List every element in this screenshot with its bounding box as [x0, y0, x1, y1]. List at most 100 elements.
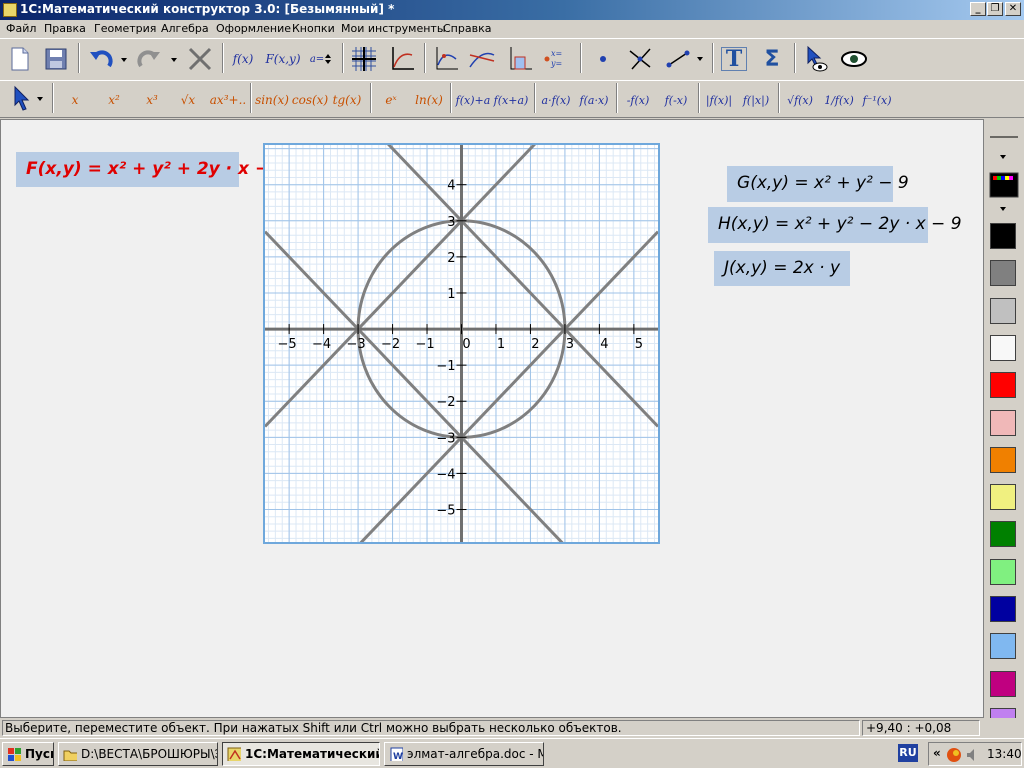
- sum-tool-button[interactable]: Σ: [756, 43, 788, 75]
- text-tool-button[interactable]: T: [718, 43, 750, 75]
- func-exp-button[interactable]: eˣ: [376, 84, 406, 116]
- svg-text:y=: y=: [550, 59, 562, 68]
- language-indicator[interactable]: RU: [898, 744, 918, 762]
- scale-x-button[interactable]: f(a·x): [576, 84, 612, 116]
- formula-G-rhs: = x² + y² − 9: [788, 173, 909, 193]
- color-swatch[interactable]: [990, 670, 1016, 697]
- y-tick-label: −4: [436, 467, 455, 482]
- formula-F-args: (x,y): [37, 159, 82, 179]
- axes-button[interactable]: [386, 43, 418, 75]
- inverse-button[interactable]: f⁻¹(x): [858, 84, 896, 116]
- color-swatch[interactable]: [990, 372, 1016, 399]
- color-swatch[interactable]: [990, 633, 1016, 660]
- tray-expand-icon[interactable]: «: [933, 746, 941, 760]
- sqrt-f-button[interactable]: √f(x): [782, 84, 818, 116]
- func-x3-button[interactable]: x³: [136, 84, 168, 116]
- select-visibility-button[interactable]: [800, 43, 832, 75]
- app-window: 1С:Математический конструктор 3.0: [Безы…: [0, 0, 1024, 768]
- func-x-button[interactable]: x: [60, 84, 90, 116]
- point-tool-button[interactable]: [588, 43, 618, 75]
- intersection-tool-button[interactable]: [624, 43, 656, 75]
- func-poly-button[interactable]: ax³+..: [208, 84, 248, 116]
- menu-edit[interactable]: Правка: [44, 22, 86, 35]
- x-tick-label: 0: [462, 337, 470, 352]
- color-swatch[interactable]: [990, 446, 1016, 473]
- eye-icon: [841, 51, 867, 67]
- task-word-label: элмат-алгебра.doc - Mic...: [407, 747, 543, 761]
- color-swatch[interactable]: [990, 596, 1016, 622]
- delete-button[interactable]: [184, 43, 216, 75]
- color-swatch[interactable]: [990, 297, 1016, 324]
- shift-up-button[interactable]: f(x)+a: [454, 84, 492, 116]
- color-swatch[interactable]: [990, 223, 1016, 249]
- formula-G[interactable]: G(x,y) = x² + y² − 9: [727, 166, 909, 202]
- volume-icon[interactable]: [965, 747, 981, 763]
- task-math-constructor[interactable]: 1С:Математический ...: [222, 742, 380, 766]
- new-document-button[interactable]: [6, 43, 34, 75]
- close-button[interactable]: ✕: [1005, 2, 1021, 16]
- folder-icon: [63, 750, 77, 761]
- func-tg-button[interactable]: tg(x): [330, 84, 364, 116]
- color-swatch[interactable]: [990, 558, 1016, 585]
- minimize-button[interactable]: _: [970, 2, 986, 16]
- visibility-button[interactable]: [838, 43, 870, 75]
- menu-help[interactable]: Справка: [443, 22, 491, 35]
- coordinate-plane[interactable]: −5 −4 −3 −2 −1 0 1 2 3 4 5 −5 −4 −3 −2 −1 1 2 3 4: [263, 14, 660, 645]
- graph-point-button[interactable]: [430, 43, 462, 75]
- grid-button[interactable]: [348, 43, 380, 75]
- menu-buttons[interactable]: Кнопки: [292, 22, 335, 35]
- menu-my-tools[interactable]: Мои инструменты: [341, 22, 446, 35]
- start-button[interactable]: Пуск: [2, 742, 54, 766]
- func-x2-button[interactable]: x²: [98, 84, 130, 116]
- graph-point-icon: [436, 47, 458, 70]
- segment-tool-button[interactable]: [662, 43, 706, 75]
- save-button[interactable]: [42, 43, 70, 75]
- undo-button[interactable]: [86, 43, 128, 75]
- window-title: 1С:Математический конструктор 3.0: [Безы…: [20, 2, 395, 16]
- clock: 13:40: [987, 747, 1022, 761]
- word-doc-icon: W: [390, 747, 403, 761]
- restore-button[interactable]: ❐: [987, 2, 1003, 16]
- menu-algebra[interactable]: Алгебра: [161, 22, 209, 35]
- scale-y-button[interactable]: a·f(x): [538, 84, 574, 116]
- x-tick-label: 1: [497, 337, 505, 352]
- f-abs-button[interactable]: f(|x|): [738, 84, 774, 116]
- reflect-y-button[interactable]: f(-x): [658, 84, 694, 116]
- task-word[interactable]: W элмат-алгебра.doc - Mic...: [384, 742, 544, 766]
- color-swatch[interactable]: [990, 334, 1016, 361]
- integral-button[interactable]: [504, 43, 536, 75]
- reciprocal-button[interactable]: 1/f(x): [820, 84, 858, 116]
- formula-H[interactable]: H(x,y) = x² + y² − 2y · x − 9: [708, 207, 962, 243]
- integral-area-icon: [510, 47, 532, 70]
- menu-file[interactable]: Файл: [6, 22, 36, 35]
- shift-right-button[interactable]: f(x+a): [492, 84, 530, 116]
- select-tool-button[interactable]: [6, 83, 46, 115]
- color-swatch[interactable]: [990, 260, 1016, 287]
- style-panel: [984, 119, 1024, 734]
- reflect-x-button[interactable]: -f(x): [620, 84, 656, 116]
- function-fx-button[interactable]: f(x): [228, 43, 258, 75]
- task-folder[interactable]: D:\ВЕСТА\БРОШЮРЫ\Э...: [58, 742, 218, 766]
- parameter-button[interactable]: a=: [306, 43, 336, 75]
- tangent-icon: [469, 52, 495, 68]
- menu-formatting[interactable]: Оформление: [216, 22, 291, 35]
- func-ln-button[interactable]: ln(x): [412, 84, 446, 116]
- func-sqrt-button[interactable]: √x: [172, 84, 204, 116]
- redo-button[interactable]: [134, 43, 180, 75]
- color-swatch[interactable]: [990, 484, 1016, 511]
- abs-f-button[interactable]: |f(x)|: [702, 84, 736, 116]
- menu-geometry[interactable]: Геометрия: [94, 22, 156, 35]
- function-fxy-button[interactable]: F(x,y): [262, 43, 304, 75]
- formula-F[interactable]: F(x,y) = x² + y² + 2y · x − 9: [16, 152, 287, 187]
- color-swatch[interactable]: [990, 521, 1016, 548]
- x-tick-label: 5: [635, 337, 643, 352]
- formula-J[interactable]: J(x,y) = 2x · y: [714, 251, 850, 286]
- cursor-icon: [14, 85, 43, 111]
- tray-app-icon[interactable]: [945, 746, 963, 764]
- x-tick-label: −2: [381, 337, 400, 352]
- func-sin-button[interactable]: sin(x): [254, 84, 290, 116]
- color-swatch[interactable]: [990, 409, 1016, 436]
- equation-system-button[interactable]: x= y=: [540, 43, 572, 75]
- func-cos-button[interactable]: cos(x): [292, 84, 328, 116]
- tangent-button[interactable]: [466, 43, 498, 75]
